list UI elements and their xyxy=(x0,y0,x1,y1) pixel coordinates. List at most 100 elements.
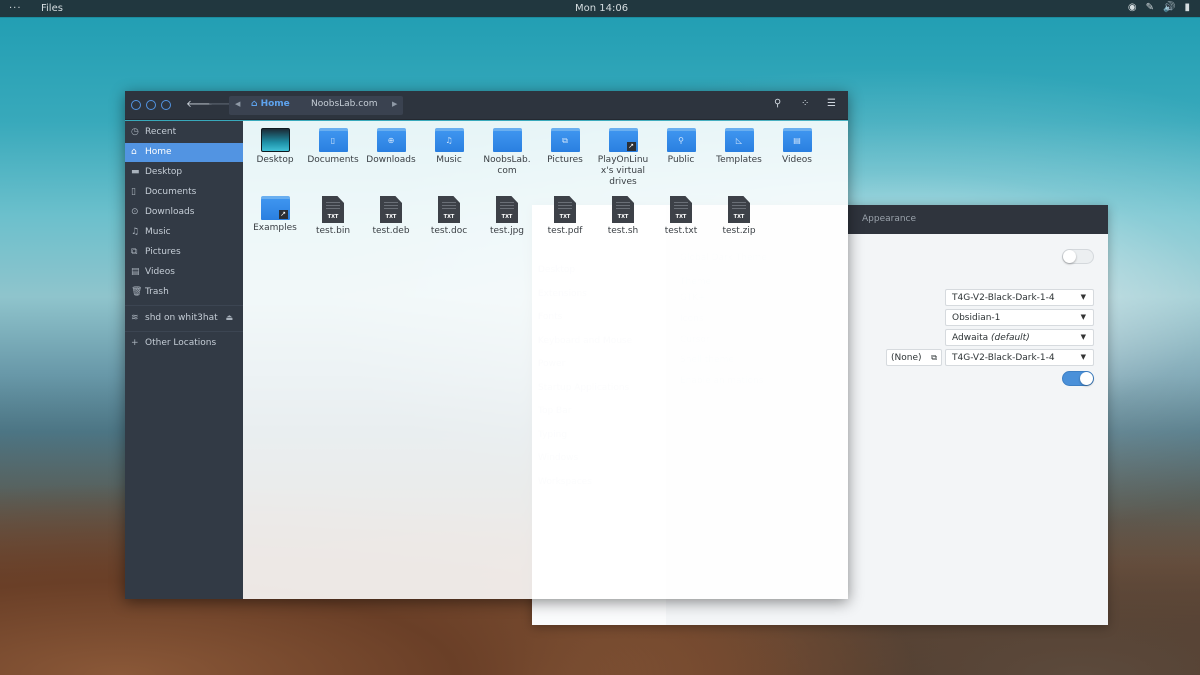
sidebar-item-recent[interactable]: ◷ Recent xyxy=(125,123,243,142)
file-type-badge: TXT xyxy=(443,214,455,220)
file-name: test.deb xyxy=(372,226,410,236)
file-name: NoobsLab. com xyxy=(483,155,531,176)
sidebar-item-label: Downloads xyxy=(145,207,195,217)
copy-icon: ⧉ xyxy=(931,353,937,362)
file-item[interactable]: TXT test.doc xyxy=(420,196,478,237)
sidebar-item-label: Desktop xyxy=(145,167,183,177)
text-file-icon: TXT xyxy=(322,196,344,223)
text-lines xyxy=(442,202,456,210)
file-item[interactable]: ↗ Examples xyxy=(246,196,304,234)
text-file-icon: TXT xyxy=(670,196,692,223)
record-icon[interactable]: ◉ xyxy=(1128,2,1137,13)
download-icon: ⊙ xyxy=(131,207,139,217)
sidebar-item-downloads[interactable]: ⊙ Downloads xyxy=(125,203,243,222)
dropdown-arrow-icon: ▼ xyxy=(1080,313,1086,321)
file-item[interactable]: ▯ Documents xyxy=(304,128,362,166)
toggle-knob xyxy=(1063,250,1076,263)
path-home-button[interactable]: ⌂ Home xyxy=(251,99,290,109)
folder-emblem-icon: ⧉ xyxy=(562,136,568,145)
activities-button[interactable]: ··· xyxy=(9,3,22,14)
sidebar-item-documents[interactable]: ▯ Documents xyxy=(125,183,243,202)
file-item[interactable]: ◺ Templates xyxy=(710,128,768,166)
volume-icon[interactable]: 🔊 xyxy=(1163,2,1175,13)
file-type-badge: TXT xyxy=(733,214,745,220)
sidebar-item-pictures[interactable]: ⧉ Pictures xyxy=(125,243,243,262)
sidebar-item-label: shd on whit3hat xyxy=(145,313,218,323)
file-item[interactable]: Desktop xyxy=(246,128,304,166)
sidebar-item-home[interactable]: ⌂ Home xyxy=(125,143,243,162)
file-item[interactable]: ▤ Videos xyxy=(768,128,826,166)
app-menu[interactable]: Files xyxy=(41,3,63,14)
file-item[interactable]: TXT test.pdf xyxy=(536,196,594,237)
toggle-knob xyxy=(1080,372,1093,385)
text-file-icon: TXT xyxy=(728,196,750,223)
cursor-theme-dropdown[interactable]: Adwaita (default) ▼ xyxy=(945,329,1094,346)
sidebar-item-videos[interactable]: ▤ Videos xyxy=(125,263,243,282)
clock[interactable]: Mon 14:06 xyxy=(575,3,628,14)
plus-icon: + xyxy=(131,338,139,348)
folder-icon: ⧉ xyxy=(550,128,580,152)
path-crumb-noobslab[interactable]: NoobsLab.com xyxy=(311,99,377,109)
file-name: Pictures xyxy=(547,155,583,165)
file-item[interactable]: TXT test.txt xyxy=(652,196,710,237)
tweaks-headerbar: Appearance xyxy=(848,205,1108,234)
close-button[interactable] xyxy=(131,100,141,110)
sidebar-item-network-share[interactable]: ≋ shd on whit3hat ⏏ xyxy=(125,309,243,328)
file-name: test.pdf xyxy=(547,226,583,236)
file-item[interactable]: TXT test.sh xyxy=(594,196,652,237)
files-headerbar: 🡐 🡒 ◀ ⌂ Home NoobsLab.com ▶ ⚲ ⁘ ☰ xyxy=(125,91,848,120)
minimize-button[interactable] xyxy=(146,100,156,110)
battery-icon[interactable]: ▮ xyxy=(1184,2,1190,13)
file-item[interactable]: ⊕ Downloads xyxy=(362,128,420,166)
sidebar-item-other-locations[interactable]: + Other Locations xyxy=(125,334,243,353)
system-tray[interactable]: ◉ ✎ 🔊 ▮ xyxy=(1128,2,1190,13)
file-name: Videos xyxy=(782,155,812,165)
folder-icon xyxy=(492,128,522,152)
file-item[interactable]: ⧉ Pictures xyxy=(536,128,594,166)
pen-icon[interactable]: ✎ xyxy=(1146,2,1154,13)
animations-toggle[interactable] xyxy=(1062,371,1094,386)
icons-theme-dropdown[interactable]: Obsidian-1 ▼ xyxy=(945,309,1094,326)
menu-icon[interactable]: ☰ xyxy=(827,98,836,109)
shell-theme-dropdown[interactable]: T4G-V2-Black-Dark-1-4 ▼ xyxy=(945,349,1094,366)
sidebar-item-desktop[interactable]: ▬ Desktop xyxy=(125,163,243,182)
text-file-icon: TXT xyxy=(554,196,576,223)
file-item[interactable]: TXT test.jpg xyxy=(478,196,536,237)
text-lines xyxy=(616,202,630,210)
file-item[interactable]: ↗ PlayOnLinu x's virtual drives xyxy=(594,128,652,188)
folder-icon: ⚲ xyxy=(666,128,696,152)
text-lines xyxy=(500,202,514,210)
cursor-theme-name: Adwaita xyxy=(952,333,989,343)
eject-icon[interactable]: ⏏ xyxy=(225,313,233,322)
file-item[interactable]: TXT test.zip xyxy=(710,196,768,237)
file-name: Public xyxy=(667,155,695,165)
view-grid-icon[interactable]: ⁘ xyxy=(801,98,809,109)
file-item[interactable]: TXT test.bin xyxy=(304,196,362,237)
file-name: Downloads xyxy=(366,155,416,165)
maximize-button[interactable] xyxy=(161,100,171,110)
file-item[interactable]: NoobsLab. com xyxy=(478,128,536,177)
file-type-badge: TXT xyxy=(385,214,397,220)
file-name: test.txt xyxy=(664,226,698,236)
path-scroll-left-icon[interactable]: ◀ xyxy=(235,100,240,108)
sidebar-separator xyxy=(125,305,243,306)
sidebar-item-label: Other Locations xyxy=(145,338,217,348)
dropdown-arrow-icon: ▼ xyxy=(1080,333,1086,341)
file-item[interactable]: ♫ Music xyxy=(420,128,478,166)
text-lines xyxy=(384,202,398,210)
sidebar-item-label: Home xyxy=(145,147,172,157)
file-name: PlayOnLinu x's virtual drives xyxy=(597,155,649,187)
gtk-theme-dropdown[interactable]: T4G-V2-Black-Dark-1-4 ▼ xyxy=(945,289,1094,306)
sidebar-item-label: Documents xyxy=(145,187,197,197)
symlink-arrow-icon: ↗ xyxy=(278,210,288,219)
search-icon[interactable]: ⚲ xyxy=(774,98,781,109)
file-item[interactable]: TXT test.deb xyxy=(362,196,420,237)
sidebar-item-trash[interactable]: 🗑 Trash xyxy=(125,283,243,302)
files-window: 🡐 🡒 ◀ ⌂ Home NoobsLab.com ▶ ⚲ ⁘ ☰ ◷ Recen… xyxy=(125,91,848,599)
shell-theme-file-button[interactable]: (None) ⧉ xyxy=(886,349,942,366)
file-name: test.doc xyxy=(430,226,468,236)
path-scroll-right-icon[interactable]: ▶ xyxy=(392,100,397,108)
sidebar-item-music[interactable]: ♫ Music xyxy=(125,223,243,242)
file-item[interactable]: ⚲ Public xyxy=(652,128,710,166)
global-dark-theme-toggle[interactable] xyxy=(1062,249,1094,264)
